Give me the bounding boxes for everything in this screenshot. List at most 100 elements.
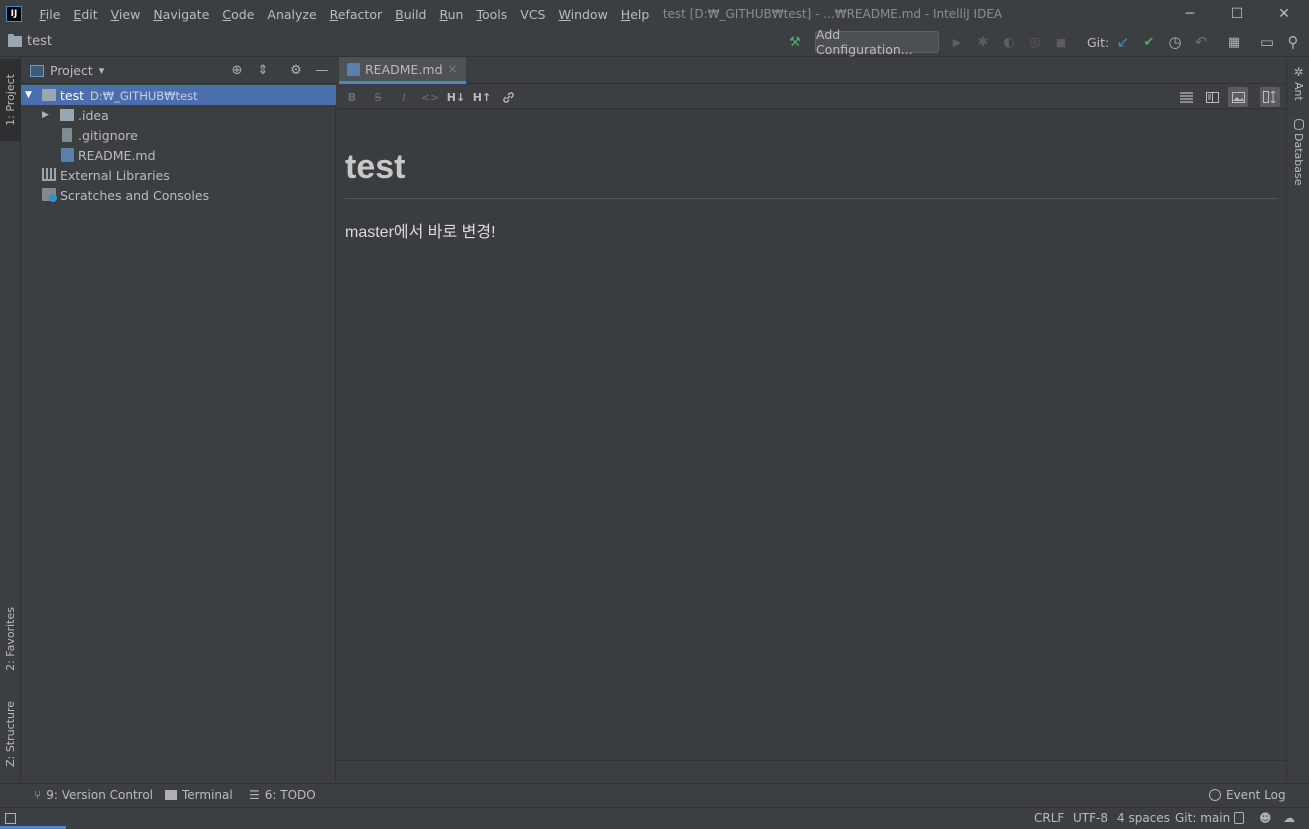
line-separator-widget[interactable]: CRLF (1034, 811, 1064, 825)
git-update-icon[interactable]: ↙ (1114, 33, 1132, 51)
stop-icon[interactable]: ■ (1052, 33, 1070, 51)
menu-build[interactable]: Build (389, 7, 433, 22)
code-icon[interactable]: <> (421, 88, 439, 106)
project-structure-icon[interactable]: ▦ (1225, 33, 1243, 51)
tree-item-gitignore[interactable]: .gitignore (21, 125, 336, 145)
encoding-widget[interactable]: UTF-8 (1073, 811, 1108, 825)
terminal-frame-icon[interactable]: ▭ (1258, 33, 1276, 51)
tab-todo[interactable]: ☰ 6: TODO (249, 788, 316, 802)
intellij-app-icon[interactable]: IJ (6, 6, 22, 22)
collapse-all-icon[interactable]: ⇕ (255, 62, 271, 78)
menu-code[interactable]: Code (216, 7, 261, 22)
library-icon (42, 168, 56, 181)
link-glyph (502, 91, 514, 103)
minimize-button[interactable]: ─ (1167, 0, 1213, 28)
tree-item-readme[interactable]: README.md (21, 145, 336, 165)
todo-list-icon: ☰ (249, 788, 260, 802)
tab-favorites[interactable]: 2: Favorites (0, 595, 21, 683)
heading-divider (345, 198, 1277, 199)
toggle-tool-windows-icon[interactable] (5, 813, 16, 824)
memory-indicator-icon[interactable]: ☁ (1283, 811, 1295, 825)
menu-bar: File Edit View Navigate Code Analyze Ref… (33, 7, 656, 22)
menu-vcs[interactable]: VCS (514, 7, 552, 22)
split-view-button[interactable] (1202, 87, 1222, 107)
run-icon[interactable]: ▶ (948, 33, 966, 51)
close-window-button[interactable]: ✕ (1261, 0, 1307, 28)
tree-item-idea-folder[interactable]: ▶ .idea (21, 105, 336, 125)
menu-edit[interactable]: Edit (67, 7, 104, 22)
git-branch-widget[interactable]: Git: main (1175, 811, 1230, 825)
collapsed-arrow-icon[interactable]: ▶ (42, 110, 49, 120)
indent-widget[interactable]: 4 spaces (1117, 811, 1170, 825)
maximize-button[interactable]: ☐ (1214, 0, 1260, 28)
menu-file[interactable]: File (33, 7, 67, 22)
image-icon (1231, 91, 1245, 103)
editor-area: README.md × B S I <> H↓ H↑ test master에서… (337, 57, 1286, 783)
tab-ant[interactable]: ✲ Ant (1287, 65, 1309, 101)
menu-tools[interactable]: Tools (470, 7, 514, 22)
locate-file-icon[interactable]: ⊕ (229, 62, 245, 78)
inspector-icon[interactable]: ☻ (1259, 811, 1272, 825)
left-tool-stripe: 1: Project 2: Favorites Z: Structure (0, 57, 21, 783)
heading-decrease-icon[interactable]: H↓ (447, 88, 465, 106)
strikethrough-icon[interactable]: S (369, 88, 387, 106)
git-rollback-icon[interactable]: ↶ (1192, 33, 1210, 51)
close-icon: ✕ (1278, 6, 1290, 22)
menu-window[interactable]: Window (552, 7, 614, 22)
event-log-icon (1209, 789, 1221, 801)
git-history-icon[interactable]: ◷ (1166, 33, 1184, 51)
breadcrumb[interactable]: test (8, 34, 52, 49)
search-everywhere-icon[interactable]: ⚲ (1284, 33, 1302, 51)
breadcrumb-project[interactable]: test (27, 34, 52, 49)
italic-icon[interactable]: I (395, 88, 413, 106)
menu-refactor[interactable]: Refactor (323, 7, 388, 22)
link-icon[interactable] (499, 88, 517, 106)
tab-readme[interactable]: README.md × (339, 57, 466, 84)
close-tab-icon[interactable]: × (448, 62, 458, 76)
tree-item-scratches[interactable]: Scratches and Consoles (21, 185, 336, 205)
folder-icon (60, 109, 74, 121)
gear-icon[interactable]: ⚙ (288, 62, 304, 78)
split-icon (1205, 91, 1219, 103)
add-configuration-button[interactable]: Add Configuration... (815, 27, 939, 57)
ignore-file-icon (62, 128, 72, 142)
menu-run[interactable]: Run (433, 7, 470, 22)
profile-icon[interactable]: ◎ (1026, 33, 1044, 51)
terminal-icon (165, 790, 177, 800)
tab-terminal[interactable]: Terminal (165, 788, 233, 802)
bottom-tool-stripe: ⑂ 9: Version Control Terminal ☰ 6: TODO … (0, 783, 1309, 807)
heading-increase-icon[interactable]: H↑ (473, 88, 491, 106)
expanded-arrow-icon[interactable]: ▼ (25, 90, 32, 100)
maximize-icon: ☐ (1230, 6, 1244, 22)
coverage-icon[interactable]: ◐ (1000, 33, 1018, 51)
menu-view[interactable]: View (104, 7, 147, 22)
lock-icon[interactable] (1234, 812, 1244, 824)
window-title: test [D:₩_GITHUB₩test] - ...₩README.md -… (662, 7, 1003, 21)
debug-icon[interactable]: ✱ (974, 33, 992, 51)
git-label: Git: (1087, 35, 1110, 50)
menu-analyze[interactable]: Analyze (261, 7, 323, 22)
tree-item-project-root[interactable]: ▼ test D:₩_GITHUB₩test (21, 85, 336, 105)
project-view-selector[interactable]: Project ▾ (30, 63, 104, 78)
tab-project[interactable]: 1: Project (0, 59, 21, 141)
menu-navigate[interactable]: Navigate (147, 7, 216, 22)
preview-heading: test (345, 148, 406, 186)
status-bar: CRLF UTF-8 4 spaces Git: main ☻ ☁ (0, 807, 1309, 829)
sync-scroll-button[interactable] (1260, 87, 1280, 107)
project-panel-header: Project ▾ ⊕ ⇕ ⚙ — (21, 57, 336, 84)
markdown-file-icon (347, 62, 360, 76)
tab-structure[interactable]: Z: Structure (0, 693, 21, 775)
lines-icon (1179, 91, 1193, 103)
tab-event-log[interactable]: Event Log (1209, 788, 1286, 802)
editor-tab-bar: README.md × (337, 57, 1286, 84)
tab-version-control[interactable]: ⑂ 9: Version Control (34, 788, 153, 802)
hide-panel-icon[interactable]: — (314, 62, 330, 78)
tab-database[interactable]: Database (1287, 119, 1309, 186)
tree-item-external-libraries[interactable]: External Libraries (21, 165, 336, 185)
git-commit-icon[interactable]: ✔ (1140, 33, 1158, 51)
build-hammer-icon[interactable]: ⚒ (786, 33, 804, 51)
bold-icon[interactable]: B (343, 88, 361, 106)
preview-only-view-button[interactable] (1228, 87, 1248, 107)
editor-only-view-button[interactable] (1176, 87, 1196, 107)
menu-help[interactable]: Help (614, 7, 656, 22)
